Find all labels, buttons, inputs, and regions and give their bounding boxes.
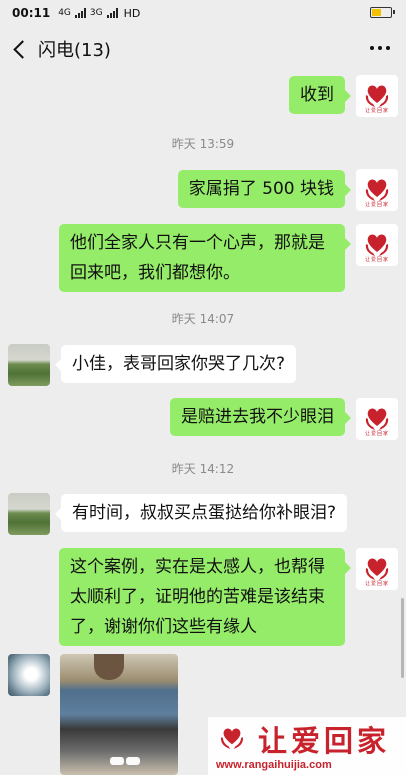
- brand-avatar-text: 让爱回家: [364, 431, 389, 437]
- brand-avatar-text: 让爱回家: [364, 257, 389, 263]
- network-label-2: 3G: [89, 8, 103, 18]
- contact-avatar[interactable]: [8, 654, 50, 696]
- photo-shoe: [110, 757, 124, 765]
- network-indicator: 4G 3G HD: [58, 7, 140, 20]
- brand-avatar-text: 让爱回家: [364, 581, 389, 587]
- contact-avatar[interactable]: [8, 493, 50, 535]
- message-bubble-outgoing[interactable]: 收到: [289, 76, 351, 114]
- chat-title: 闪电(13): [38, 40, 111, 61]
- photo-person: [94, 654, 124, 680]
- brand-avatar[interactable]: 让爱回家: [356, 224, 398, 266]
- watermark-url: www.rangaihuijia.com: [216, 759, 332, 771]
- brand-avatar[interactable]: 让爱回家: [356, 75, 398, 117]
- signal-icon: [74, 8, 86, 18]
- chat-header: 闪电(13): [0, 26, 406, 72]
- timestamp: 昨天 14:07: [171, 312, 235, 326]
- timestamp: 昨天 13:59: [171, 137, 235, 151]
- brand-avatar-text: 让爱回家: [364, 108, 389, 114]
- watermark-title: 让爱回家: [258, 724, 391, 758]
- hd-label: HD: [123, 6, 141, 20]
- battery-icon: [370, 7, 395, 18]
- message-bubble-outgoing[interactable]: 是赔进去我不少眼泪: [170, 398, 351, 436]
- photo-shoe: [126, 757, 140, 765]
- more-options-icon[interactable]: [370, 46, 390, 50]
- brand-watermark: 让爱回家 www.rangaihuijia.com: [208, 717, 406, 775]
- network-label-1: 4G: [58, 8, 71, 18]
- brand-avatar[interactable]: 让爱回家: [356, 548, 398, 590]
- contact-avatar[interactable]: [8, 344, 50, 386]
- back-arrow-icon[interactable]: [10, 40, 28, 58]
- brand-avatar[interactable]: 让爱回家: [356, 169, 398, 211]
- message-bubble-incoming[interactable]: 有时间，叔叔买点蛋挞给你补眼泪?: [54, 494, 348, 532]
- heart-hands-logo-icon: [221, 728, 243, 749]
- scrollbar[interactable]: [401, 598, 404, 678]
- signal-icon: [106, 8, 118, 18]
- brand-avatar-text: 让爱回家: [364, 202, 389, 208]
- status-time: 00:11: [12, 6, 51, 20]
- message-image[interactable]: [60, 654, 178, 775]
- message-bubble-outgoing[interactable]: 家属捐了 500 块钱: [177, 170, 352, 208]
- message-bubble-outgoing[interactable]: 这个案例，实在是太感人，也帮得太顺利了，证明他的苦难是该结束了，谢谢你们这些有缘…: [59, 548, 351, 646]
- message-bubble-incoming[interactable]: 小佳，表哥回家你哭了几次?: [54, 345, 297, 383]
- timestamp: 昨天 14:12: [171, 462, 235, 476]
- status-bar: 00:11 4G 3G HD: [0, 0, 406, 26]
- message-bubble-outgoing[interactable]: 他们全家人只有一个心声，那就是回来吧，我们都想你。: [59, 224, 351, 292]
- brand-avatar[interactable]: 让爱回家: [356, 398, 398, 440]
